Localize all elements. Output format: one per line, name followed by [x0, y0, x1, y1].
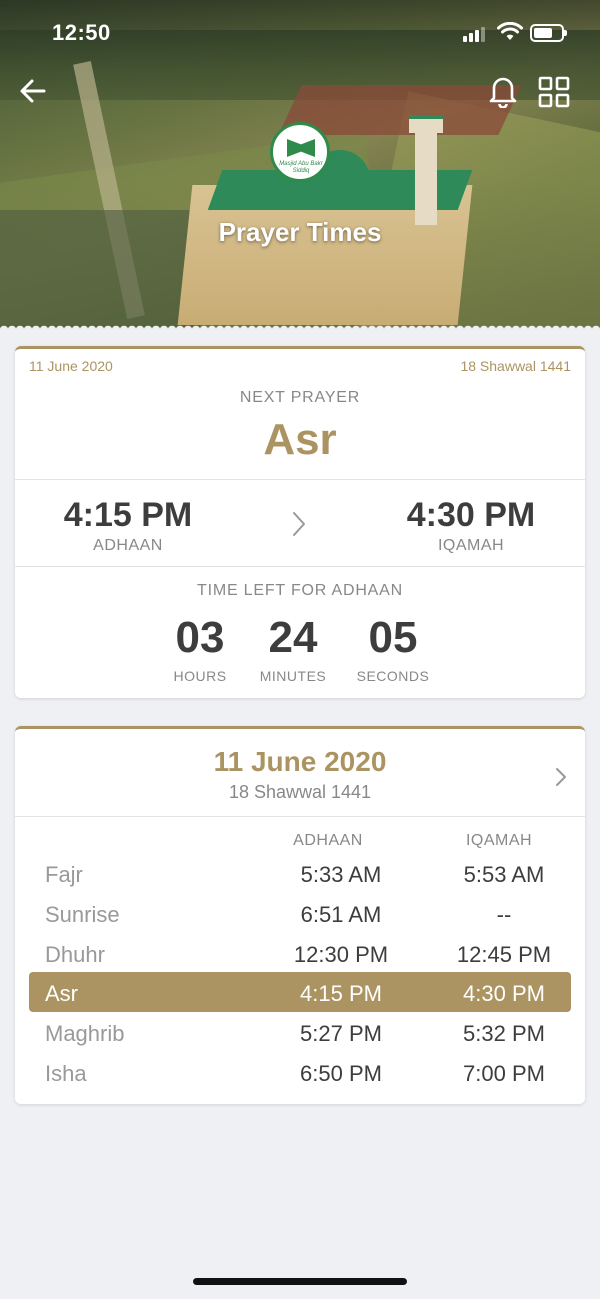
prayer-adhaan-time: 12:30 PM [293, 942, 389, 967]
gregorian-date: 11 June 2020 [29, 358, 113, 374]
prayer-iqamah-time: -- [496, 902, 512, 927]
next-prayer-label: NEXT PRAYER [239, 389, 361, 406]
header-banner: 12:50 Masjid Abu Bakr Siddiq Prayer Time… [0, 0, 600, 330]
prayer-iqamah-time: 5:32 PM [463, 1021, 545, 1046]
prayer-adhaan-time: 4:15 PM [300, 981, 382, 1006]
countdown-seconds-unit: SECONDS [356, 668, 430, 684]
prayer-name: Sunrise [45, 902, 120, 927]
timetable-hijri-date: 18 Shawwal 1441 [228, 782, 372, 802]
home-indicator[interactable] [193, 1278, 407, 1285]
iqamah-time: 4:30 PM [406, 496, 536, 534]
countdown-seconds: 05 [368, 613, 418, 662]
timetable-gregorian-date: 11 June 2020 [213, 746, 387, 777]
prayer-row-dhuhr: Dhuhr 12:30 PM 12:45 PM [29, 933, 571, 973]
page-title: Prayer Times [218, 217, 382, 247]
next-prayer-name: Asr [263, 415, 337, 464]
countdown-minutes-unit: MINUTES [259, 668, 327, 684]
wifi-icon [497, 22, 523, 40]
divider [15, 479, 585, 480]
prayer-row-asr-active: Asr 4:15 PM 4:30 PM [29, 972, 571, 1012]
mosque-logo: Masjid Abu Bakr Siddiq [270, 122, 330, 182]
prayer-adhaan-time: 5:33 AM [300, 862, 382, 887]
prayer-name: Maghrib [45, 1021, 125, 1046]
countdown-hours: 03 [175, 613, 225, 662]
iqamah-label: IQAMAH [437, 537, 505, 554]
prayer-timetable-card: 11 June 2020 18 Shawwal 1441 ADHAAN IQAM… [15, 726, 585, 1104]
prayer-row-maghrib: Maghrib 5:27 PM 5:32 PM [29, 1012, 571, 1052]
divider [15, 566, 585, 567]
prayer-adhaan-time: 6:51 AM [300, 902, 382, 927]
banner-scallop-edge [0, 322, 600, 330]
divider [15, 816, 585, 817]
prayer-row-sunrise: Sunrise 6:51 AM -- [29, 893, 571, 933]
countdown-label: TIME LEFT FOR ADHAAN [197, 582, 403, 599]
bell-icon[interactable] [486, 72, 520, 108]
next-day-chevron-icon[interactable] [553, 765, 569, 789]
prayer-iqamah-time: 5:53 AM [463, 862, 545, 887]
prayer-name: Dhuhr [45, 942, 105, 967]
countdown-hours-unit: HOURS [173, 668, 227, 684]
prayer-row-isha: Isha 6:50 PM 7:00 PM [29, 1052, 571, 1092]
cellular-signal-icon [463, 26, 485, 42]
logo-text: Masjid Abu Bakr Siddiq [279, 161, 323, 174]
banner-photo-minaret [409, 115, 443, 225]
battery-icon [530, 24, 567, 42]
status-time: 12:50 [52, 20, 111, 45]
column-header-adhaan: ADHAAN [293, 832, 363, 849]
prayer-iqamah-time: 7:00 PM [463, 1061, 545, 1086]
prayer-name: Asr [45, 981, 78, 1006]
next-prayer-card: 11 June 2020 18 Shawwal 1441 NEXT PRAYER… [15, 346, 585, 698]
prayer-adhaan-time: 5:27 PM [300, 1021, 382, 1046]
prayer-iqamah-time: 12:45 PM [456, 942, 552, 967]
adhaan-time: 4:15 PM [63, 496, 193, 534]
prayer-name: Isha [45, 1061, 87, 1086]
adhaan-label: ADHAAN [93, 537, 163, 554]
hijri-date: 18 Shawwal 1441 [460, 358, 571, 374]
prayer-name: Fajr [45, 862, 83, 887]
grid-icon[interactable] [538, 76, 570, 108]
column-header-iqamah: IQAMAH [465, 832, 533, 849]
quran-icon [287, 139, 315, 157]
prayer-adhaan-time: 6:50 PM [300, 1061, 382, 1086]
status-bar: 12:50 [0, 0, 600, 66]
chevron-right-icon [293, 512, 305, 536]
prayer-iqamah-time: 4:30 PM [463, 981, 545, 1006]
prayer-row-fajr: Fajr 5:33 AM 5:53 AM [29, 853, 571, 893]
countdown-minutes: 24 [268, 613, 318, 662]
back-arrow-icon[interactable] [18, 76, 48, 106]
